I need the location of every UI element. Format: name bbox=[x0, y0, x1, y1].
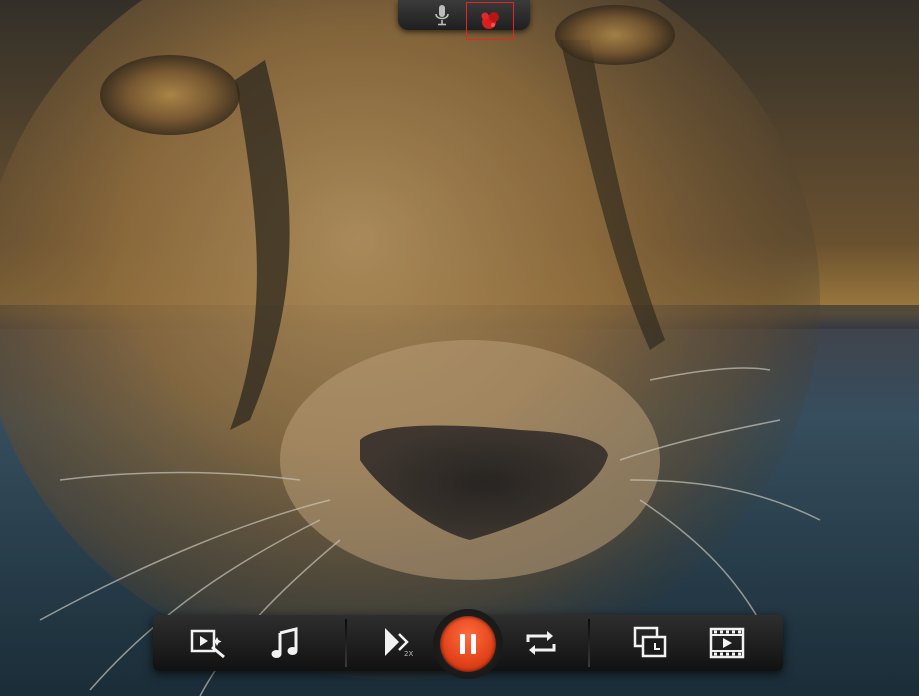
play-speed-icon[interactable]: 2X bbox=[378, 623, 418, 663]
toolbar-divider bbox=[588, 619, 590, 667]
pause-icon bbox=[460, 634, 476, 654]
music-icon[interactable] bbox=[265, 623, 305, 663]
microphone-icon[interactable] bbox=[428, 2, 456, 28]
speed-label: 2X bbox=[404, 650, 414, 658]
film-strip-icon[interactable] bbox=[707, 623, 747, 663]
loop-icon[interactable] bbox=[521, 623, 561, 663]
picture-in-picture-icon[interactable] bbox=[631, 623, 671, 663]
video-effects-icon[interactable] bbox=[189, 623, 229, 663]
player-toolbar: 2X bbox=[153, 609, 783, 679]
recording-controls-panel bbox=[398, 0, 530, 40]
toolbar-divider bbox=[345, 619, 347, 667]
webcam-record-icon[interactable] bbox=[466, 2, 514, 40]
background-video-frame bbox=[0, 0, 919, 696]
play-pause-ring bbox=[433, 609, 503, 679]
pause-button[interactable] bbox=[440, 616, 496, 672]
